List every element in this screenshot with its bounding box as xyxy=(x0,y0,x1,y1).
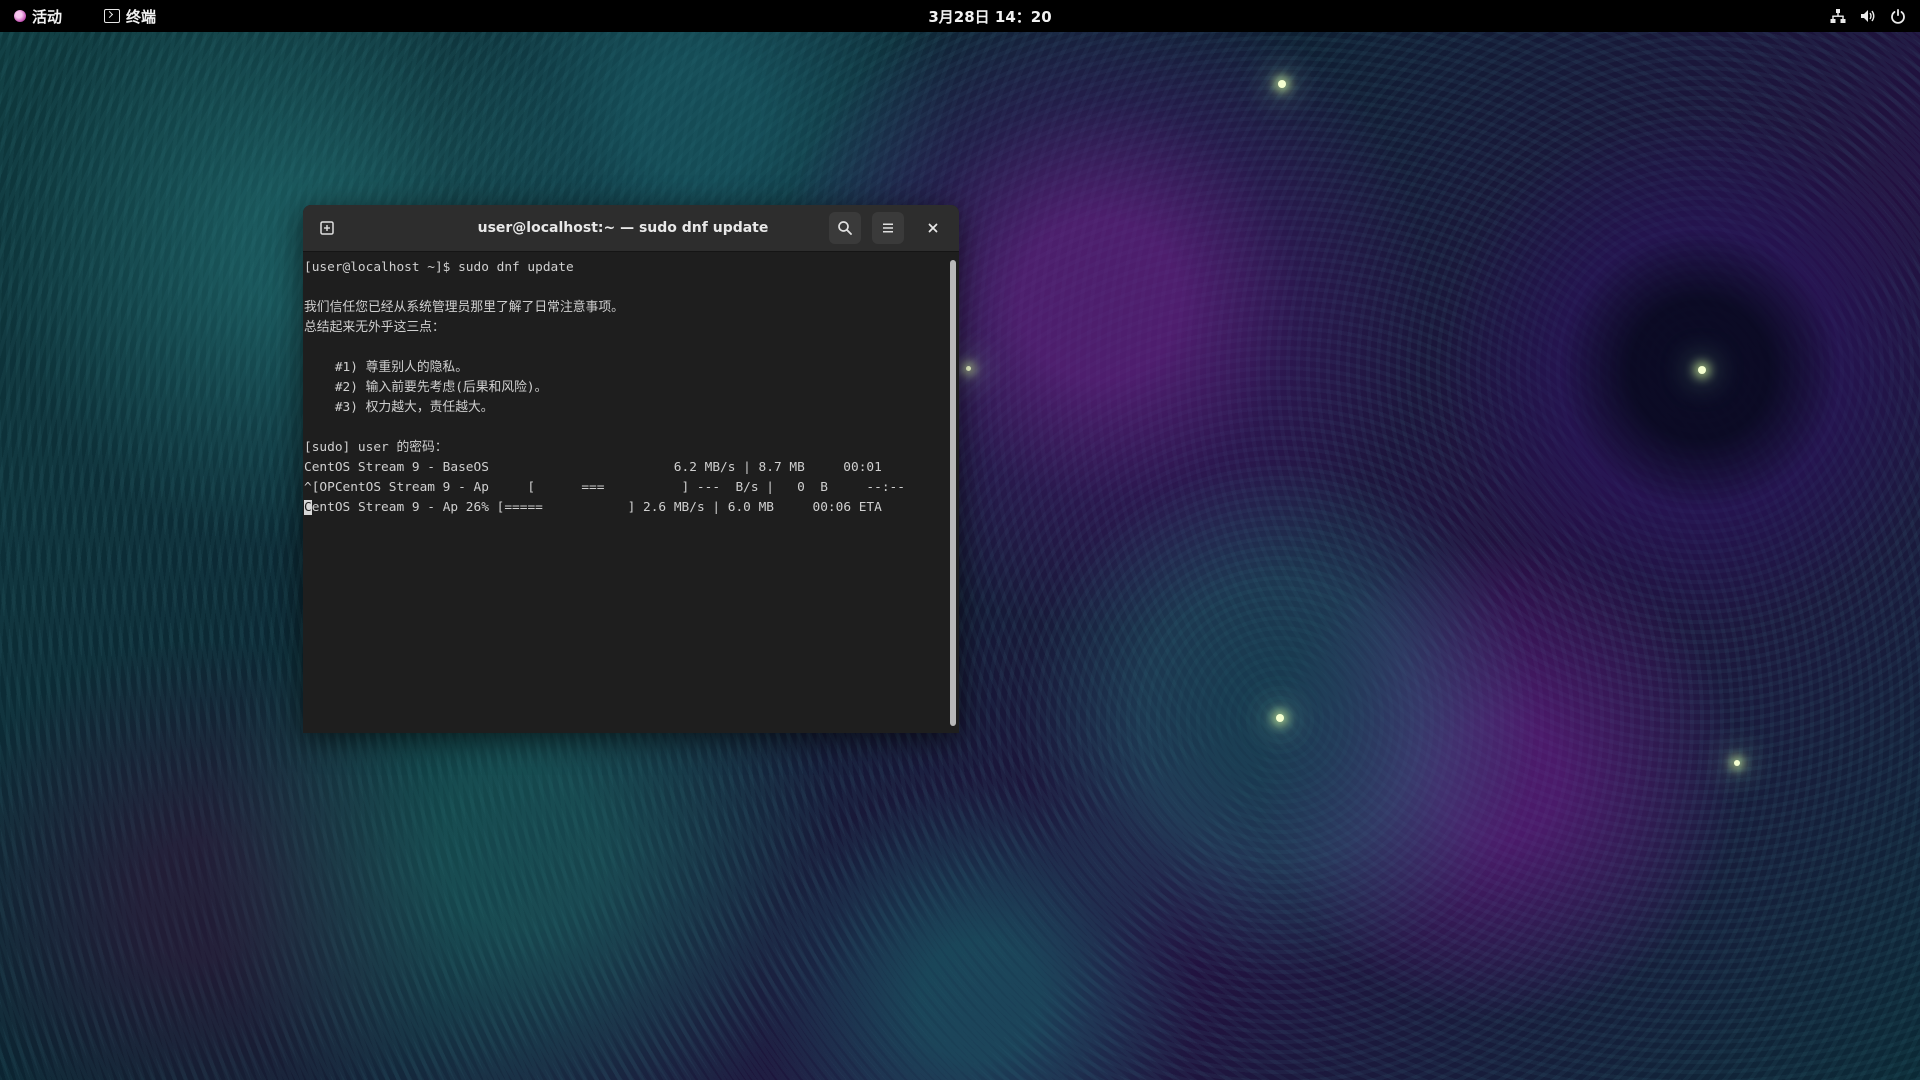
desktop-wallpaper xyxy=(0,0,1920,1080)
wallpaper-star xyxy=(1734,760,1740,766)
scrollbar-thumb[interactable] xyxy=(950,260,956,726)
window-headerbar[interactable]: user@localhost:~ — sudo dnf update xyxy=(303,205,959,252)
terminal-line: 我们信任您已经从系统管理员那里了解了日常注意事项。 xyxy=(304,300,624,315)
terminal-text: [user@localhost ~]$ sudo dnf update 我们信任… xyxy=(303,252,947,518)
terminal-line: ^[OPCentOS Stream 9 - Ap [ === ] --- B/s… xyxy=(304,480,905,495)
system-tray[interactable] xyxy=(1830,0,1906,32)
terminal-scrollbar[interactable] xyxy=(947,252,959,733)
terminal-line: 总结起来无外乎这三点： xyxy=(304,320,445,335)
wallpaper-star xyxy=(1698,366,1706,374)
close-icon xyxy=(928,223,938,233)
top-bar: 活动 终端 3月28日 14：20 xyxy=(0,0,1920,32)
power-icon[interactable] xyxy=(1890,8,1906,24)
terminal-line: entOS Stream 9 - Ap 26% [===== ] 2.6 MB/… xyxy=(311,500,882,515)
new-tab-icon xyxy=(320,221,334,235)
wallpaper-star xyxy=(966,366,971,371)
clock-button[interactable]: 3月28日 14：20 xyxy=(0,0,1920,32)
terminal-line: [sudo] user 的密码： xyxy=(304,440,448,455)
hamburger-menu-icon xyxy=(883,223,893,233)
main-menu-button[interactable] xyxy=(872,212,904,244)
terminal-line: CentOS Stream 9 - BaseOS 6.2 MB/s | 8.7 … xyxy=(304,460,882,475)
new-tab-button[interactable] xyxy=(311,212,343,244)
terminal-line: [user@localhost ~]$ sudo dnf update xyxy=(304,260,574,275)
terminal-cursor: C xyxy=(304,500,312,515)
terminal-output[interactable]: [user@localhost ~]$ sudo dnf update 我们信任… xyxy=(303,252,947,733)
volume-icon[interactable] xyxy=(1860,8,1876,24)
clock-label: 3月28日 14：20 xyxy=(928,7,1052,26)
terminal-line: #2) 输入前要先考虑(后果和风险)。 xyxy=(304,380,548,395)
wallpaper-star xyxy=(1278,80,1286,88)
window-title: user@localhost:~ — sudo dnf update xyxy=(477,220,769,236)
terminal-line: #1) 尊重别人的隐私。 xyxy=(304,360,469,375)
close-window-button[interactable] xyxy=(917,212,949,244)
search-icon xyxy=(838,221,852,235)
search-button[interactable] xyxy=(829,212,861,244)
network-wired-icon[interactable] xyxy=(1830,8,1846,24)
terminal-window[interactable]: user@localhost:~ — sudo dnf update [user… xyxy=(303,205,959,733)
wallpaper-star xyxy=(1276,714,1284,722)
terminal-line: #3) 权力越大，责任越大。 xyxy=(304,400,494,415)
